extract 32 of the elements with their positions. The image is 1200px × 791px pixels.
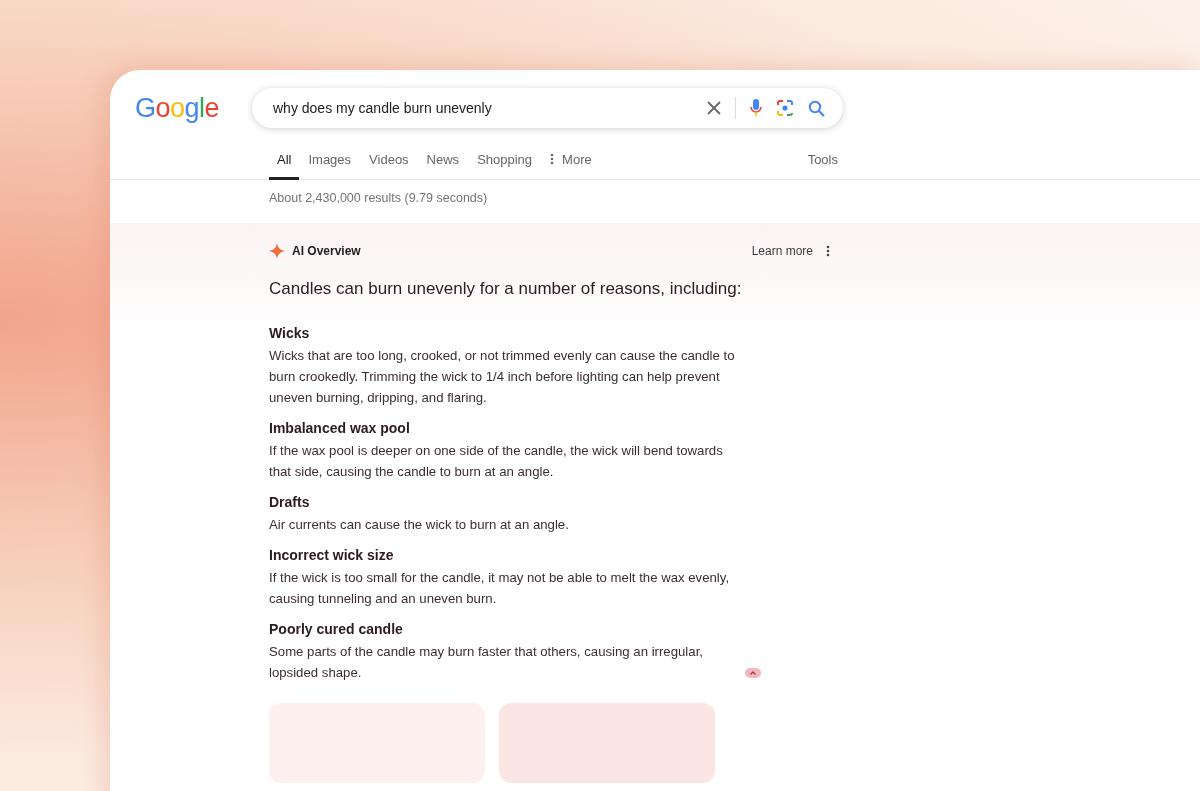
search-tab[interactable]: Images (299, 141, 361, 180)
google-logo[interactable]: Google (135, 92, 219, 124)
section-text: If the wax pool is deeper on one side of the candle, the wick will bend towards that side, causing the candle to burn at an angle. (269, 442, 724, 481)
search-tab[interactable]: Videos (360, 141, 418, 180)
search-icon[interactable] (808, 99, 825, 117)
section-text: Wicks that are too long, crooked, or not trimmed evenly can cause the candle to burn crookedly. Trimming the wick to 1/4 inch before lighting can help prevent uneven burning, dripping, and flaring. (269, 347, 736, 407)
section-text: Air currents can cause the wick to burn at an angle. (269, 516, 569, 534)
ai-overview-title: AI Overview (292, 244, 361, 258)
section-heading: Imbalanced wax pool (269, 420, 411, 436)
result-stats: About 2,430,000 results (9.79 seconds) (269, 191, 489, 205)
kebab-icon (550, 153, 555, 165)
search-tab[interactable]: All (269, 141, 300, 180)
section-text: Some parts of the candle may burn faster that others, causing an irregular, lopsided shape. (269, 643, 704, 682)
search-tab[interactable]: News (417, 141, 469, 180)
tools-button[interactable]: Tools (798, 141, 844, 180)
more-menu-tab[interactable]: More (541, 141, 601, 180)
search-bar[interactable]: why does my candle burn unevenly (252, 88, 843, 128)
source-chip-icon[interactable] (745, 668, 761, 678)
section-heading: Drafts (269, 494, 311, 510)
sparkle-icon (269, 243, 285, 259)
kebab-icon[interactable] (826, 245, 830, 257)
camera-icon[interactable] (776, 99, 794, 117)
learn-more-button[interactable]: Learn more (751, 244, 819, 258)
section-heading: Incorrect wick size (269, 547, 395, 563)
section-heading: Wicks (269, 325, 311, 341)
section-heading: Poorly cured candle (269, 621, 404, 637)
search-tab[interactable]: Shopping (468, 141, 542, 180)
overview-lead: Candles can burn unevenly for a number of reasons, including: (269, 279, 743, 299)
close-icon[interactable] (707, 101, 721, 115)
search-field[interactable]: why does my candle burn unevenly (273, 100, 693, 116)
section-text: If the wick is too small for the candle, it may not be able to melt the wax evenly, causing tunneling and an uneven burn. (269, 569, 731, 608)
microphone-icon[interactable] (750, 99, 762, 117)
